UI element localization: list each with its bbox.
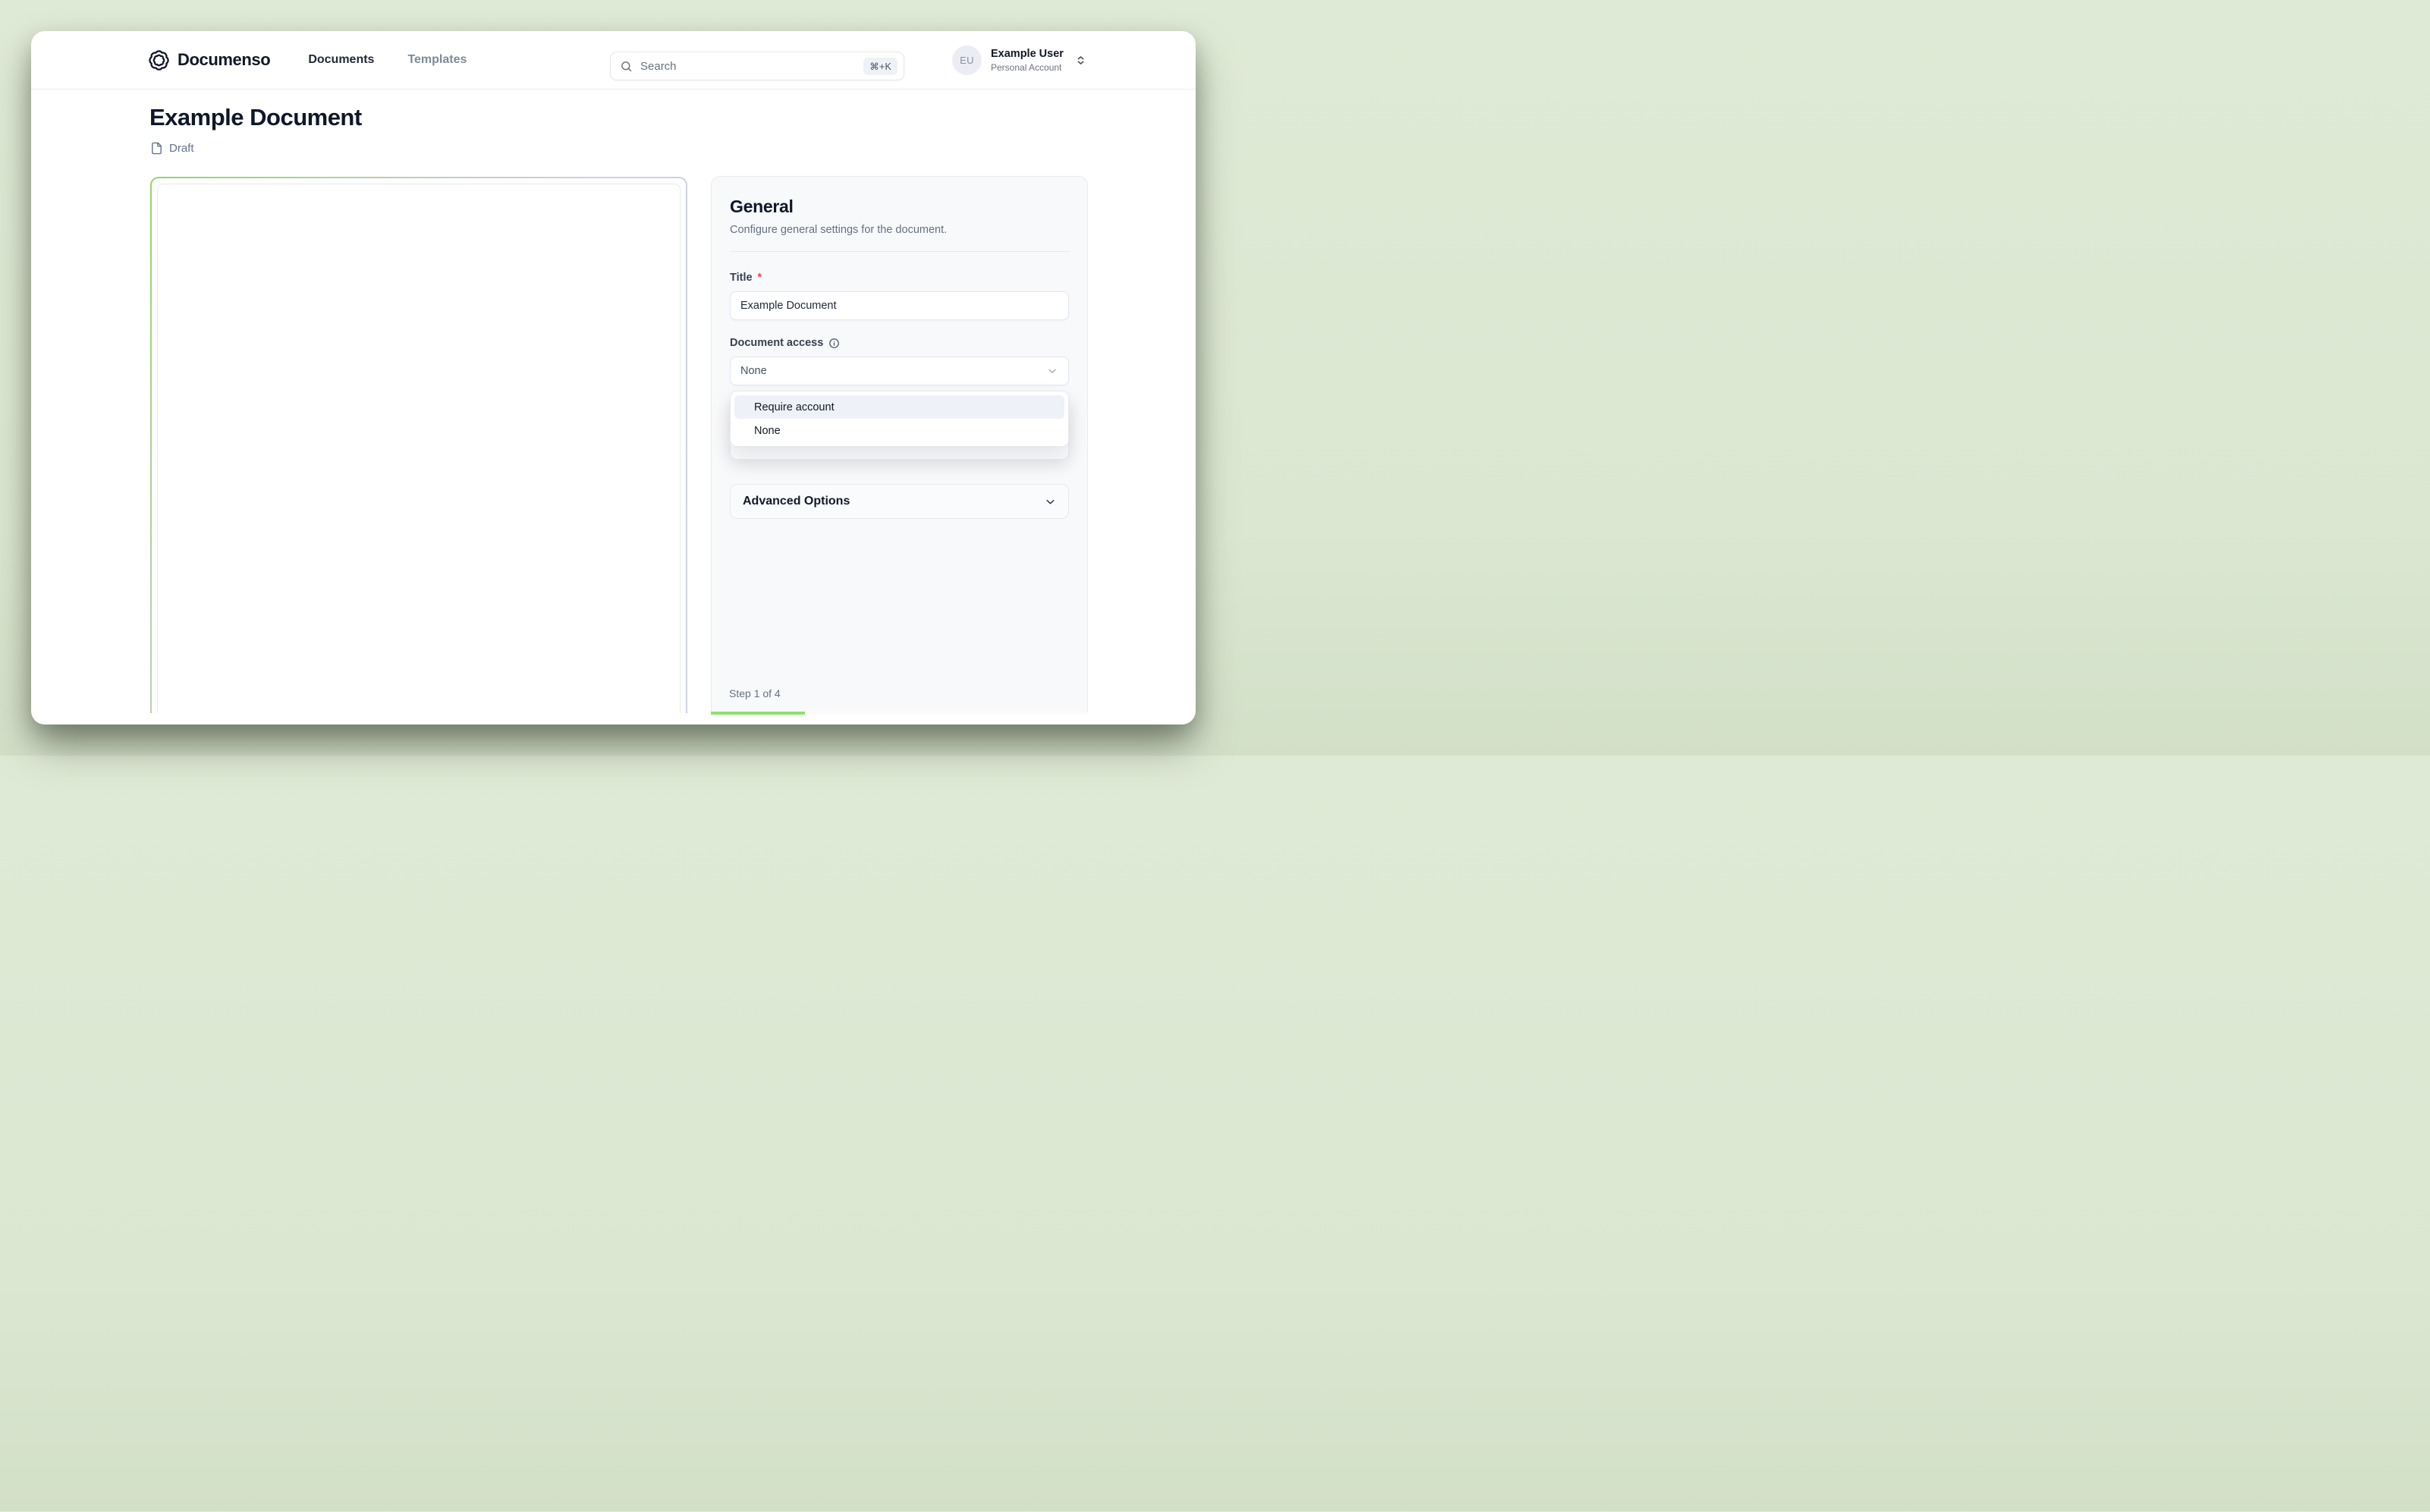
advanced-options-toggle[interactable]: Advanced Options (730, 484, 1069, 519)
user-name: Example User (991, 48, 1064, 61)
access-dropdown-menu: Require account None (730, 391, 1069, 447)
app-header: Documenso Documents Templates Search ⌘+K… (31, 31, 1196, 90)
title-input[interactable] (730, 291, 1069, 320)
required-asterisk: * (757, 272, 762, 284)
search-icon (620, 60, 633, 73)
file-icon (150, 142, 163, 155)
nav-documents[interactable]: Documents (308, 53, 374, 67)
documenso-seal-icon (148, 49, 170, 71)
page-title: Example Document (149, 104, 362, 130)
title-label-text: Title (730, 272, 753, 284)
user-account-type: Personal Account (991, 61, 1062, 73)
panel-divider (730, 251, 1069, 252)
page-background: Documenso Documents Templates Search ⌘+K… (0, 0, 1215, 756)
avatar: EU (952, 46, 982, 75)
step-progress-track (711, 712, 1088, 715)
access-label-text: Document access (730, 337, 824, 349)
app-window: Documenso Documents Templates Search ⌘+K… (31, 31, 1196, 725)
access-field-label: Document access (730, 337, 1069, 349)
search-shortcut-badge: ⌘+K (863, 57, 897, 75)
brand-name: Documenso (178, 50, 271, 69)
panel-title: General (730, 196, 794, 216)
info-icon[interactable] (828, 338, 840, 349)
dropdown-option-none[interactable]: None (734, 419, 1064, 442)
user-menu[interactable]: EU Example User Personal Account (952, 46, 1087, 75)
document-viewer (150, 177, 687, 713)
main-nav: Documents Templates (308, 53, 467, 67)
panel-subtitle: Configure general settings for the docum… (730, 224, 948, 236)
progress-fill (711, 712, 806, 715)
chevron-down-icon (1044, 495, 1057, 508)
access-select[interactable]: None (730, 357, 1069, 385)
document-frame (150, 177, 687, 713)
access-select-value: None (740, 365, 767, 377)
dropdown-option-require-account[interactable]: Require account (734, 395, 1064, 419)
settings-panel: General Configure general settings for t… (711, 176, 1088, 715)
advanced-options-label: Advanced Options (743, 495, 850, 508)
brand-logo[interactable]: Documenso (148, 49, 271, 71)
chevrons-up-down-icon (1074, 54, 1087, 67)
search-input[interactable]: Search ⌘+K (610, 52, 904, 80)
status-label: Draft (169, 142, 194, 155)
chevron-down-icon (1046, 365, 1058, 377)
search-placeholder: Search (640, 59, 677, 73)
nav-templates[interactable]: Templates (407, 53, 467, 67)
title-field-label: Title * (730, 272, 1069, 284)
step-indicator: Step 1 of 4 (729, 687, 781, 699)
user-text: Example User Personal Account (991, 47, 1064, 73)
status-badge: Draft (150, 142, 194, 155)
document-page[interactable] (157, 184, 681, 713)
settings-panel-clip: General Configure general settings for t… (711, 176, 1088, 715)
